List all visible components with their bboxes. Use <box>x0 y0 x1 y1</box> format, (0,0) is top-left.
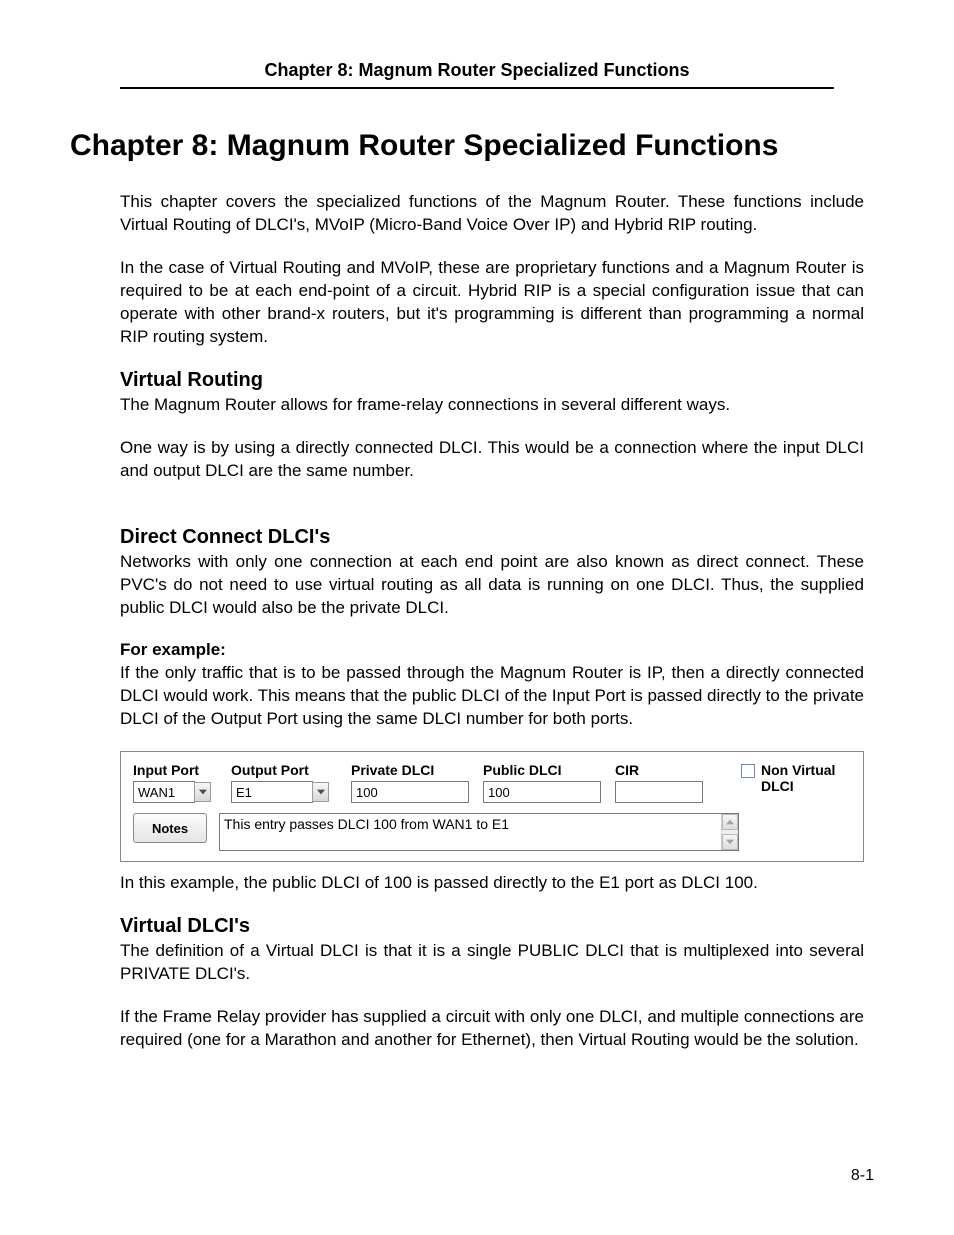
cir-label: CIR <box>615 762 705 778</box>
chevron-down-icon[interactable] <box>312 782 329 802</box>
intro-para-2: In the case of Virtual Routing and MVoIP… <box>120 257 864 349</box>
public-dlci-label: Public DLCI <box>483 762 603 778</box>
figure-caption: In this example, the public DLCI of 100 … <box>120 872 864 895</box>
virtual-dlcis-p2: If the Frame Relay provider has supplied… <box>120 1006 864 1052</box>
notes-textarea[interactable]: This entry passes DLCI 100 from WAN1 to … <box>219 813 739 851</box>
virtual-routing-p1: The Magnum Router allows for frame-relay… <box>120 394 864 417</box>
public-dlci-input[interactable] <box>483 781 601 803</box>
for-example-label: For example: <box>120 640 864 660</box>
output-port-select[interactable] <box>231 781 339 803</box>
virtual-routing-heading: Virtual Routing <box>120 369 864 392</box>
running-header: Chapter 8: Magnum Router Specialized Fun… <box>120 60 834 89</box>
direct-connect-p1: Networks with only one connection at eac… <box>120 551 864 620</box>
notes-value: This entry passes DLCI 100 from WAN1 to … <box>224 816 509 832</box>
chapter-title: Chapter 8: Magnum Router Specialized Fun… <box>70 129 884 163</box>
private-dlci-label: Private DLCI <box>351 762 471 778</box>
output-port-label: Output Port <box>231 762 339 778</box>
chevron-down-icon[interactable] <box>194 782 211 802</box>
virtual-routing-p2: One way is by using a directly connected… <box>120 437 864 483</box>
scrollbar[interactable] <box>721 814 738 850</box>
input-port-value[interactable] <box>133 781 195 803</box>
non-virtual-dlci-label: Non Virtual DLCI <box>761 762 851 794</box>
virtual-dlcis-heading: Virtual DLCI's <box>120 915 864 938</box>
dlci-form: Input Port Output Port <box>120 751 864 862</box>
cir-input[interactable] <box>615 781 703 803</box>
virtual-dlcis-p1: The definition of a Virtual DLCI is that… <box>120 940 864 986</box>
input-port-label: Input Port <box>133 762 219 778</box>
non-virtual-dlci-checkbox[interactable] <box>741 764 755 778</box>
page: Chapter 8: Magnum Router Specialized Fun… <box>0 0 954 1235</box>
input-port-select[interactable] <box>133 781 219 803</box>
scroll-down-icon[interactable] <box>722 834 738 850</box>
output-port-value[interactable] <box>231 781 313 803</box>
direct-connect-p2: If the only traffic that is to be passed… <box>120 662 864 731</box>
intro-para-1: This chapter covers the specialized func… <box>120 191 864 237</box>
page-number: 8-1 <box>851 1167 874 1185</box>
scroll-up-icon[interactable] <box>722 814 738 830</box>
direct-connect-heading: Direct Connect DLCI's <box>120 526 864 549</box>
body: This chapter covers the specialized func… <box>120 191 864 1052</box>
private-dlci-input[interactable] <box>351 781 469 803</box>
notes-button[interactable]: Notes <box>133 813 207 843</box>
